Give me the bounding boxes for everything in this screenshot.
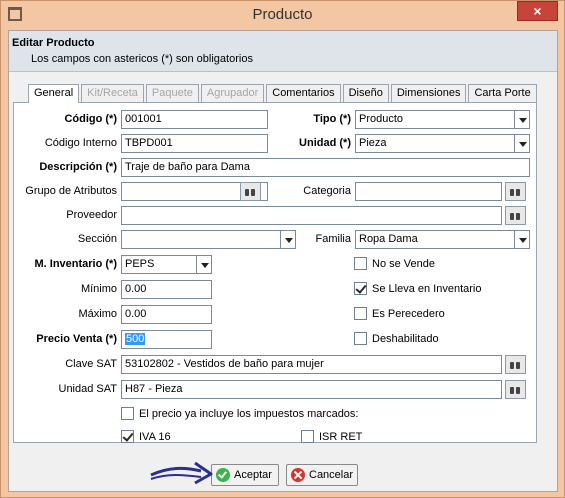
clave-sat-input[interactable]: 53102802 - Vestidos de baño para mujer bbox=[121, 355, 502, 374]
categoria-lookup-button[interactable] bbox=[505, 182, 526, 201]
isr-ret-checkbox[interactable] bbox=[301, 430, 314, 443]
maximo-label: Máximo bbox=[78, 308, 117, 320]
m-inventario-label: M. Inventario (*) bbox=[34, 258, 117, 270]
chevron-down-icon[interactable] bbox=[514, 135, 529, 152]
proveedor-lookup-button[interactable] bbox=[505, 206, 526, 225]
tab-strip: General Kit/Receta Paquete Agrupador Com… bbox=[28, 84, 539, 103]
unidad-sat-input[interactable]: H87 - Pieza bbox=[121, 380, 502, 399]
codigo-interno-input[interactable]: TBPD001 bbox=[121, 134, 268, 153]
es-perecedero-checkbox[interactable] bbox=[354, 307, 367, 320]
minimo-label: Mínimo bbox=[80, 283, 117, 295]
binoculars-icon bbox=[510, 385, 521, 395]
precio-venta-value: 500 bbox=[125, 333, 146, 345]
categoria-input[interactable] bbox=[355, 182, 502, 201]
title-bar[interactable]: Producto × bbox=[1, 1, 564, 29]
se-lleva-inventario-label: Se Lleva en Inventario bbox=[372, 283, 482, 295]
es-perecedero-label: Es Perecedero bbox=[372, 308, 445, 320]
tab-kit-receta: Kit/Receta bbox=[81, 84, 144, 102]
maximo-input[interactable]: 0.00 bbox=[121, 305, 212, 324]
chevron-down-icon[interactable] bbox=[514, 231, 529, 248]
deshabilitado-checkbox[interactable] bbox=[354, 332, 367, 345]
tipo-value: Producto bbox=[359, 113, 404, 125]
tab-agrupador: Agrupador bbox=[200, 84, 265, 102]
codigo-input[interactable]: 001001 bbox=[121, 110, 268, 129]
general-panel: Código (*) 001001 Tipo (*) Producto Códi… bbox=[13, 102, 537, 443]
grupo-atributos-lookup-button[interactable] bbox=[240, 182, 261, 201]
x-circle-icon bbox=[291, 468, 305, 482]
codigo-label: Código (*) bbox=[64, 113, 117, 125]
header-title: Editar Producto bbox=[12, 37, 95, 49]
tab-carta-porte[interactable]: Carta Porte bbox=[468, 84, 537, 102]
codigo-interno-label: Código Interno bbox=[44, 137, 117, 149]
product-window: Producto × Editar Producto Los campos co… bbox=[0, 0, 565, 498]
iva16-label: IVA 16 bbox=[139, 431, 171, 443]
chevron-down-icon[interactable] bbox=[514, 111, 529, 128]
tab-general[interactable]: General bbox=[28, 84, 80, 103]
chevron-down-icon[interactable] bbox=[280, 231, 295, 248]
accept-button-label: Aceptar bbox=[234, 469, 272, 481]
accept-button[interactable]: Aceptar bbox=[211, 464, 279, 486]
precio-incluye-impuestos-label: El precio ya incluye los impuestos marca… bbox=[139, 408, 359, 420]
minimo-input[interactable]: 0.00 bbox=[121, 280, 212, 299]
proveedor-label: Proveedor bbox=[66, 209, 117, 221]
dialog-body: Editar Producto Los campos con astericos… bbox=[8, 30, 558, 492]
window-title: Producto bbox=[252, 6, 313, 23]
unidad-label: Unidad (*) bbox=[299, 137, 351, 149]
tab-diseno[interactable]: Diseño bbox=[342, 84, 389, 102]
binoculars-icon bbox=[510, 211, 521, 221]
binoculars-icon bbox=[245, 187, 256, 197]
familia-select[interactable]: Ropa Dama bbox=[355, 230, 530, 249]
se-lleva-inventario-checkbox[interactable] bbox=[354, 282, 367, 295]
grupo-atributos-label: Grupo de Atributos bbox=[25, 185, 117, 197]
binoculars-icon bbox=[510, 360, 521, 370]
unidad-select[interactable]: Pieza bbox=[355, 134, 530, 153]
unidad-sat-label: Unidad SAT bbox=[58, 383, 118, 395]
precio-venta-label: Precio Venta (*) bbox=[36, 333, 117, 345]
seccion-select[interactable] bbox=[121, 230, 296, 249]
tipo-label: Tipo (*) bbox=[313, 113, 351, 125]
unidad-sat-lookup-button[interactable] bbox=[505, 380, 526, 399]
precio-venta-input[interactable]: 500 bbox=[121, 330, 212, 349]
deshabilitado-label: Deshabilitado bbox=[372, 333, 439, 345]
cancel-button-label: Cancelar bbox=[309, 469, 354, 481]
form-header: Editar Producto Los campos con astericos… bbox=[9, 31, 557, 72]
categoria-label: Categoria bbox=[303, 185, 351, 197]
precio-incluye-impuestos-checkbox[interactable] bbox=[121, 407, 134, 420]
familia-label: Familia bbox=[315, 233, 351, 245]
tab-dimensiones[interactable]: Dimensiones bbox=[390, 84, 467, 102]
clave-sat-label: Clave SAT bbox=[65, 358, 117, 370]
familia-value: Ropa Dama bbox=[359, 233, 418, 245]
check-circle-icon bbox=[216, 468, 230, 482]
unidad-value: Pieza bbox=[359, 137, 387, 149]
chevron-down-icon[interactable] bbox=[196, 256, 211, 273]
descripcion-input[interactable]: Traje de baño para Dama bbox=[121, 158, 530, 177]
tipo-select[interactable]: Producto bbox=[355, 110, 530, 129]
m-inventario-select[interactable]: PEPS bbox=[121, 255, 212, 274]
clave-sat-lookup-button[interactable] bbox=[505, 355, 526, 374]
seccion-label: Sección bbox=[77, 233, 117, 245]
m-inventario-value: PEPS bbox=[125, 258, 155, 270]
proveedor-input[interactable] bbox=[121, 206, 502, 225]
close-button[interactable]: × bbox=[517, 1, 558, 21]
iva16-checkbox[interactable] bbox=[121, 430, 134, 443]
no-se-vende-label: No se Vende bbox=[372, 258, 435, 270]
isr-ret-label: ISR RET bbox=[319, 431, 363, 443]
cancel-button[interactable]: Cancelar bbox=[286, 464, 358, 486]
tab-comentarios[interactable]: Comentarios bbox=[266, 84, 341, 102]
descripcion-label: Descripción (*) bbox=[39, 161, 117, 173]
tab-paquete: Paquete bbox=[145, 84, 199, 102]
header-subtitle: Los campos con astericos (*) son obligat… bbox=[31, 53, 253, 65]
binoculars-icon bbox=[510, 187, 521, 197]
arrow-right-icon bbox=[150, 461, 213, 485]
no-se-vende-checkbox[interactable] bbox=[354, 257, 367, 270]
